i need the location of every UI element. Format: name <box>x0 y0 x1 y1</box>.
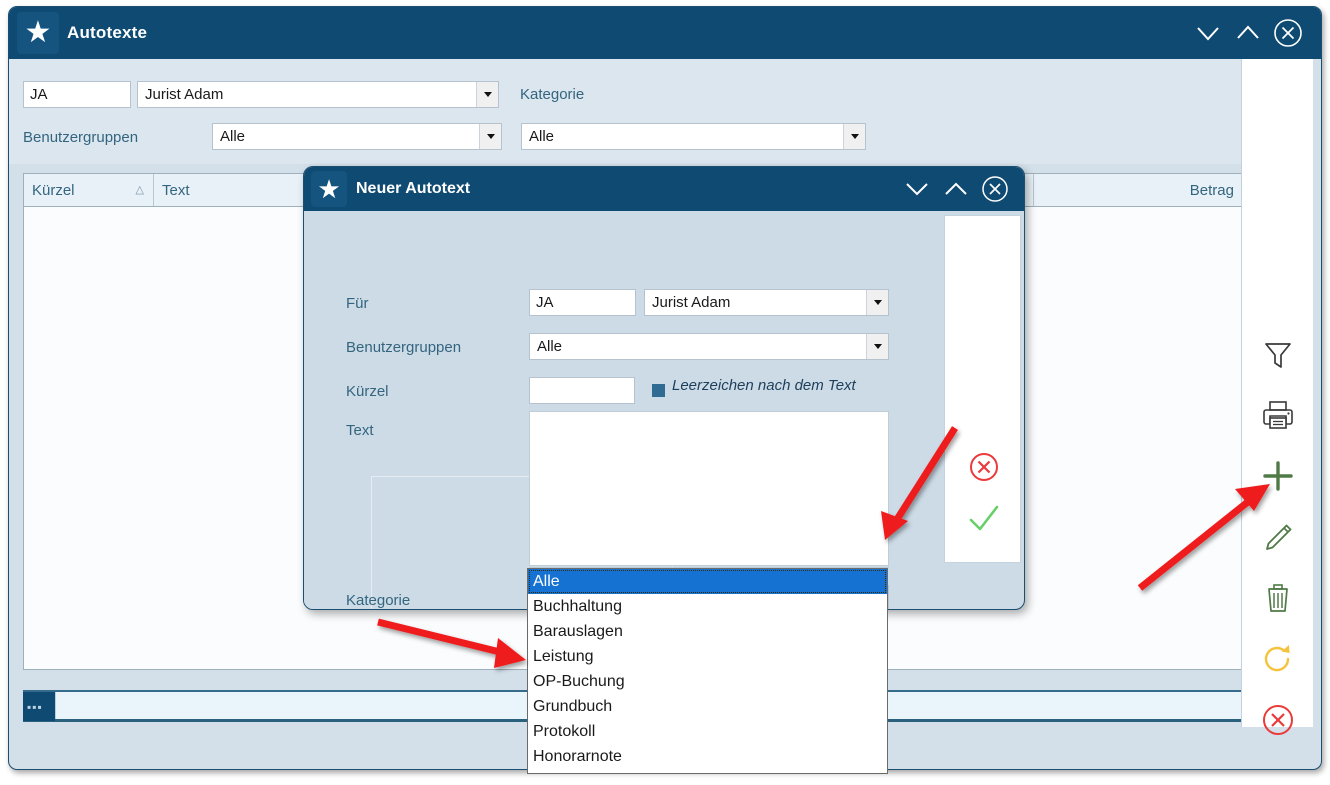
dialog-title: Neuer Autotext <box>356 180 471 197</box>
chevron-down-icon[interactable] <box>843 124 865 149</box>
dropdown-option[interactable]: Buchhaltung <box>528 594 887 619</box>
dialog-titlebar: ★ Neuer Autotext <box>304 167 1024 211</box>
close-icon[interactable] <box>1269 14 1307 52</box>
window-controls <box>1189 7 1307 59</box>
column-header-kuerzel-label: Kürzel <box>32 181 75 199</box>
kategorie-label: Kategorie <box>346 592 411 609</box>
refresh-icon[interactable] <box>1257 638 1299 680</box>
fuer-name-combo[interactable]: Jurist Adam <box>644 289 889 316</box>
kategorie-filter-combo[interactable]: Alle <box>521 123 866 150</box>
dialog-action-panel <box>944 215 1021 563</box>
kuerzel-label: Kürzel <box>346 383 389 400</box>
benutzergruppen-filter-combo[interactable]: Alle <box>212 123 502 150</box>
edit-pencil-icon[interactable] <box>1257 516 1299 558</box>
sort-ascending-icon: △ <box>135 184 144 196</box>
text-label: Text <box>346 422 374 439</box>
fuer-short-field[interactable]: JA <box>529 289 636 316</box>
dropdown-option[interactable]: Leistung <box>528 644 887 669</box>
dialog-window-controls <box>898 167 1014 211</box>
chevron-down-icon[interactable] <box>866 334 888 359</box>
page-title: Autotexte <box>67 23 148 42</box>
main-window-titlebar: ★ Autotexte <box>9 7 1321 59</box>
delete-trash-icon[interactable] <box>1257 577 1299 619</box>
chevron-down-icon[interactable] <box>476 82 498 107</box>
benutzergruppen-combo[interactable]: Alle <box>529 333 889 360</box>
fuer-label: Für <box>346 295 369 312</box>
dropdown-option[interactable]: Alle <box>528 569 887 594</box>
screenshot-root: ★ Autotexte JA Jurist Adam Kategorie Ben… <box>0 0 1330 785</box>
column-header-text-label: Text <box>162 181 190 199</box>
chevron-down-icon[interactable] <box>866 290 888 315</box>
benutzergruppen-value: Alle <box>537 338 563 355</box>
maximize-icon[interactable] <box>937 170 975 208</box>
dialog-cancel-icon[interactable] <box>963 446 1005 488</box>
filter-icon[interactable] <box>1257 333 1299 375</box>
user-name-combo[interactable]: Jurist Adam <box>137 81 499 108</box>
add-icon[interactable] <box>1257 455 1299 497</box>
more-options-button[interactable]: ▪▪▪ <box>23 692 55 721</box>
star-glyph: ★ <box>24 16 52 49</box>
dropdown-option[interactable]: Protokoll <box>528 719 887 744</box>
kuerzel-input[interactable] <box>529 377 635 404</box>
benutzergruppen-label: Benutzergruppen <box>346 339 462 356</box>
kategorie-filter-value: Alle <box>529 128 555 145</box>
cancel-icon[interactable] <box>1257 699 1299 741</box>
text-textarea[interactable] <box>529 411 889 566</box>
minimize-icon[interactable] <box>1189 14 1227 52</box>
chevron-down-icon[interactable] <box>479 124 501 149</box>
leerzeichen-label: Leerzeichen nach dem Text <box>672 377 856 394</box>
column-header-betrag[interactable]: Betrag <box>1034 174 1242 206</box>
minimize-icon[interactable] <box>898 170 936 208</box>
star-icon: ★ <box>17 12 59 54</box>
kategorie-dropdown-list[interactable]: Alle Buchhaltung Barauslagen Leistung OP… <box>527 568 888 774</box>
user-name-value: Jurist Adam <box>145 86 224 103</box>
dialog-confirm-icon[interactable] <box>963 498 1005 540</box>
benutzergruppen-filter-value: Alle <box>220 128 246 145</box>
fuer-name-value: Jurist Adam <box>652 294 731 311</box>
filter-area: JA Jurist Adam Kategorie Benutzergruppen… <box>9 59 1243 164</box>
column-header-kuerzel[interactable]: Kürzel △ <box>24 174 154 206</box>
print-icon[interactable] <box>1257 394 1299 436</box>
fuer-short-value: JA <box>536 294 554 311</box>
leerzeichen-checkbox[interactable] <box>652 384 665 397</box>
dropdown-option[interactable]: Barauslagen <box>528 619 887 644</box>
close-icon[interactable] <box>976 170 1014 208</box>
toolbar-icon-list <box>1242 333 1314 741</box>
benutzergruppen-filter-label: Benutzergruppen <box>23 129 139 146</box>
dropdown-option[interactable]: Honorarnote <box>528 744 887 769</box>
dialog-action-buttons <box>945 446 1022 540</box>
star-glyph: ★ <box>317 174 341 204</box>
kategorie-filter-label: Kategorie <box>520 86 585 103</box>
right-toolbar <box>1241 59 1313 735</box>
maximize-icon[interactable] <box>1229 14 1267 52</box>
dropdown-option[interactable]: Grundbuch <box>528 694 887 719</box>
star-icon: ★ <box>311 171 347 207</box>
dialog-body: Für JA Jurist Adam Benutzergruppen Alle … <box>304 211 937 609</box>
user-short-value[interactable]: JA <box>30 86 48 103</box>
column-header-betrag-label: Betrag <box>1189 181 1234 199</box>
user-short-field: JA <box>23 81 131 108</box>
dropdown-option[interactable]: OP-Buchung <box>528 669 887 694</box>
new-autotext-dialog: ★ Neuer Autotext Für JA Jurist Adam Benu… <box>303 166 1025 610</box>
